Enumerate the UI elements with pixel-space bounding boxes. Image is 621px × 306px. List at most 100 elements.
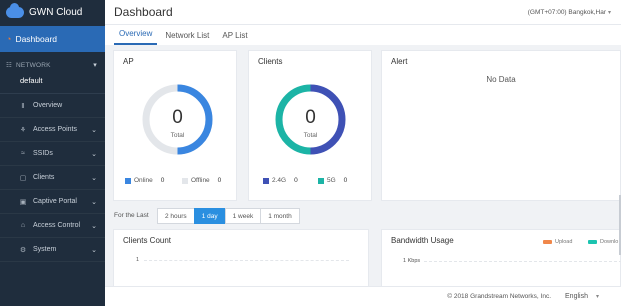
language-select[interactable]: English ▾ bbox=[565, 293, 599, 300]
clients-icon: ▢ bbox=[19, 174, 27, 182]
gridline bbox=[144, 260, 349, 261]
sidebar-item-dashboard[interactable]: ◔ Dashboard bbox=[0, 26, 105, 52]
clients-legend-24g: 2.4G 0 bbox=[263, 177, 298, 184]
sidebar-item-label: Overview bbox=[33, 102, 63, 109]
header: Dashboard (GMT+07:00) Bangkok,Har ▾ bbox=[105, 0, 621, 25]
ap-total-label: Total bbox=[170, 132, 185, 139]
network-name[interactable]: default bbox=[0, 76, 105, 89]
sidebar-item-label: System bbox=[33, 246, 57, 253]
legend-label: Downlo bbox=[600, 239, 619, 245]
sidebar-nav-list: Ⅱ Overview ⚘ Access Points ⌄ ≈ SSIDs ⌄ ▢ Clients ⌄… bbox=[0, 94, 105, 262]
network-header-label: NETWORK bbox=[16, 61, 51, 69]
upload-swatch bbox=[543, 240, 552, 244]
range-2-hours-button[interactable]: 2 hours bbox=[157, 208, 195, 224]
clients-total-label: Total bbox=[303, 132, 318, 139]
legend-count: 0 bbox=[294, 177, 298, 184]
legend-label: Upload bbox=[555, 239, 573, 245]
card-title: Alert bbox=[391, 57, 408, 66]
sidebar-item-captive-portal[interactable]: ▣ Captive Portal ⌄ bbox=[0, 190, 105, 214]
range-label: For the Last bbox=[114, 212, 149, 219]
sidebar-item-label: Access Control bbox=[33, 222, 81, 229]
band-24g-swatch bbox=[263, 177, 269, 184]
chevron-down-icon: ⌄ bbox=[91, 246, 97, 254]
download-swatch bbox=[588, 240, 597, 244]
page-title: Dashboard bbox=[114, 5, 173, 19]
legend-label: 5G bbox=[327, 177, 336, 184]
logo[interactable]: GWN Cloud bbox=[0, 0, 105, 25]
legend-label: 2.4G bbox=[272, 177, 287, 184]
sidebar-item-label: SSIDs bbox=[33, 150, 53, 157]
download-legend: Downlo bbox=[588, 239, 618, 245]
access-point-icon: ⚘ bbox=[19, 126, 27, 134]
card-title: Clients bbox=[258, 57, 283, 66]
cloud-logo-icon bbox=[6, 3, 24, 18]
gear-icon: ⚙ bbox=[19, 246, 27, 254]
sidebar: GWN Cloud ◔ Dashboard ☷ NETWORK ▾ defaul… bbox=[0, 0, 105, 306]
chevron-down-icon: ⌄ bbox=[91, 222, 97, 230]
sidebar-item-access-points[interactable]: ⚘ Access Points ⌄ bbox=[0, 118, 105, 142]
range-1-month-button[interactable]: 1 month bbox=[260, 208, 300, 224]
band-5g-swatch bbox=[318, 177, 324, 184]
offline-swatch bbox=[182, 177, 188, 184]
alert-card: Alert No Data bbox=[381, 50, 621, 201]
wifi-icon: ≈ bbox=[21, 150, 25, 157]
range-1-week-button[interactable]: 1 week bbox=[224, 208, 262, 224]
sidebar-item-clients[interactable]: ▢ Clients ⌄ bbox=[0, 166, 105, 190]
clients-donut: 0 Total bbox=[274, 83, 347, 156]
sidebar-item-ssids[interactable]: ≈ SSIDs ⌄ bbox=[0, 142, 105, 166]
ap-legend-offline: Offline 0 bbox=[182, 177, 221, 184]
sidebar-item-label: Captive Portal bbox=[33, 198, 77, 205]
card-title: AP bbox=[123, 57, 134, 66]
caret-down-icon: ▾ bbox=[607, 9, 611, 16]
chevron-down-icon: ▾ bbox=[93, 62, 97, 69]
ap-total-value: 0 bbox=[172, 107, 183, 128]
time-range-selector: 2 hours 1 day 1 week 1 month bbox=[157, 208, 300, 224]
language-value: English bbox=[565, 293, 588, 300]
network-tree-icon: ☷ bbox=[6, 62, 13, 69]
legend-label: Online bbox=[134, 177, 153, 184]
chevron-down-icon: ⌄ bbox=[91, 126, 97, 134]
caret-down-icon: ▾ bbox=[595, 294, 599, 300]
y-axis-tick: 1 bbox=[136, 257, 140, 263]
clients-legend-5g: 5G 0 bbox=[318, 177, 347, 184]
clients-count-card: Clients Count 1 bbox=[113, 229, 369, 289]
card-title: Bandwidth Usage bbox=[391, 236, 454, 245]
dashboard-gauge-icon: ◔ bbox=[6, 34, 12, 44]
footer: © 2018 Grandstream Networks, Inc. Englis… bbox=[105, 286, 621, 306]
ap-legend-online: Online 0 bbox=[125, 177, 164, 184]
legend-count: 0 bbox=[217, 177, 222, 184]
network-section-header[interactable]: ☷ NETWORK ▾ bbox=[0, 54, 105, 76]
gridline bbox=[424, 261, 621, 262]
brand-name: GWN Cloud bbox=[29, 7, 83, 18]
timezone-select[interactable]: (GMT+07:00) Bangkok,Har ▾ bbox=[528, 9, 611, 16]
legend-count: 0 bbox=[160, 177, 165, 184]
bandwidth-card: Bandwidth Usage Upload Downlo 1 Kbps bbox=[381, 229, 621, 289]
legend-label: Offline bbox=[191, 177, 210, 184]
chevron-down-icon: ⌄ bbox=[91, 174, 97, 182]
sidebar-item-system[interactable]: ⚙ System ⌄ bbox=[0, 238, 105, 262]
copyright: © 2018 Grandstream Networks, Inc. bbox=[447, 293, 552, 300]
bar-chart-icon: Ⅱ bbox=[21, 102, 25, 110]
legend-count: 0 bbox=[343, 177, 348, 184]
lock-icon: ⌂ bbox=[20, 222, 26, 229]
clients-total-value: 0 bbox=[305, 107, 316, 128]
sidebar-item-overview[interactable]: Ⅱ Overview bbox=[0, 94, 105, 118]
chevron-down-icon: ⌄ bbox=[91, 198, 97, 206]
range-1-day-button[interactable]: 1 day bbox=[193, 208, 226, 224]
sidebar-item-access-control[interactable]: ⌂ Access Control ⌄ bbox=[0, 214, 105, 238]
online-swatch bbox=[125, 177, 131, 184]
sidebar-item-label: Dashboard bbox=[15, 34, 58, 44]
sidebar-item-label: Access Points bbox=[33, 126, 77, 133]
card-title: Clients Count bbox=[123, 236, 172, 245]
upload-legend: Upload bbox=[543, 239, 572, 245]
timezone-value: (GMT+07:00) Bangkok,Har bbox=[527, 8, 606, 16]
tab-overview[interactable]: Overview bbox=[114, 29, 158, 45]
alert-empty-text: No Data bbox=[486, 75, 516, 84]
portal-icon: ▣ bbox=[19, 198, 27, 206]
tab-network-list[interactable]: Network List bbox=[160, 31, 214, 45]
chevron-down-icon: ⌄ bbox=[91, 150, 97, 158]
tab-ap-list[interactable]: AP List bbox=[217, 31, 252, 45]
y-axis-tick: 1 Kbps bbox=[403, 258, 421, 264]
ap-donut: 0 Total bbox=[141, 83, 214, 156]
sidebar-item-label: Clients bbox=[33, 174, 55, 181]
